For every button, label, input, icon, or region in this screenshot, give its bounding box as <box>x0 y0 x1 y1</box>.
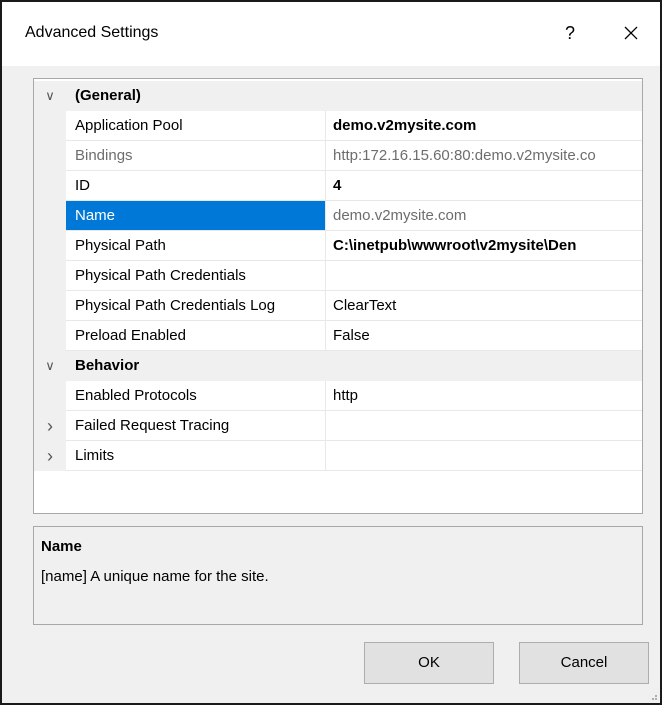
row-margin <box>34 111 66 141</box>
property-name[interactable]: Preload Enabled <box>66 321 326 351</box>
property-name[interactable]: Physical Path Credentials <box>66 261 326 291</box>
row-margin <box>34 381 66 411</box>
grid-property-row[interactable]: Physical Path Credentials <box>34 261 642 291</box>
row-margin: › <box>34 411 66 441</box>
grid-property-row[interactable]: Physical Path C:\inetpub\wwwroot\v2mysite… <box>34 231 642 261</box>
property-name[interactable]: Bindings <box>66 141 326 171</box>
row-margin <box>34 261 66 291</box>
row-margin <box>34 231 66 261</box>
description-title: Name <box>41 538 82 555</box>
grid-property-row[interactable]: › Failed Request Tracing <box>34 411 642 441</box>
description-panel: Name [name] A unique name for the site. <box>33 526 643 625</box>
grid-property-row[interactable]: Application Pool demo.v2mysite.com <box>34 111 642 141</box>
property-value[interactable]: http <box>326 381 642 411</box>
property-name[interactable]: Failed Request Tracing <box>66 411 326 441</box>
property-value[interactable]: 4 <box>326 171 642 201</box>
property-name[interactable]: Application Pool <box>66 111 326 141</box>
property-value[interactable] <box>326 411 642 441</box>
dialog-title: Advanced Settings <box>25 24 159 41</box>
grid-property-row[interactable]: Bindings http:172.16.15.60:80:demo.v2mysi… <box>34 141 642 171</box>
chevron-right-icon[interactable]: › <box>42 441 58 471</box>
grid-property-row[interactable]: ID 4 <box>34 171 642 201</box>
property-grid[interactable]: ∨ (General) Application Pool demo.v2mysite.… <box>33 78 643 514</box>
grid-property-row[interactable]: Physical Path Credentials Log ClearText <box>34 291 642 321</box>
chevron-down-icon[interactable]: ∨ <box>42 351 58 381</box>
resize-grip-icon[interactable] <box>648 691 658 701</box>
property-name[interactable]: ID <box>66 171 326 201</box>
property-value[interactable] <box>326 441 642 471</box>
grid-property-row[interactable]: Preload Enabled False <box>34 321 642 351</box>
ok-button[interactable]: OK <box>364 642 494 684</box>
property-name[interactable]: Name <box>66 201 326 231</box>
property-name[interactable]: Physical Path <box>66 231 326 261</box>
property-name[interactable]: Physical Path Credentials Log <box>66 291 326 321</box>
chevron-down-icon[interactable]: ∨ <box>42 81 58 111</box>
description-text: [name] A unique name for the site. <box>41 568 269 585</box>
advanced-settings-dialog: Advanced Settings ? ∨ (General) Applicatio… <box>0 0 662 705</box>
help-button[interactable]: ? <box>555 16 585 50</box>
grid-property-row[interactable]: › Limits <box>34 441 642 471</box>
row-margin: ∨ <box>34 81 66 111</box>
property-value[interactable]: False <box>326 321 642 351</box>
close-button[interactable] <box>614 16 648 50</box>
row-margin <box>34 291 66 321</box>
row-margin <box>34 201 66 231</box>
row-margin: › <box>34 441 66 471</box>
property-name[interactable]: Enabled Protocols <box>66 381 326 411</box>
property-value[interactable]: http:172.16.15.60:80:demo.v2mysite.co <box>326 141 642 171</box>
property-value[interactable] <box>326 261 642 291</box>
row-margin <box>34 321 66 351</box>
property-value[interactable]: ClearText <box>326 291 642 321</box>
category-label: Behavior <box>66 351 642 381</box>
property-value[interactable]: C:\inetpub\wwwroot\v2mysite\Den <box>326 231 642 261</box>
row-margin <box>34 171 66 201</box>
row-margin <box>34 141 66 171</box>
property-value[interactable]: demo.v2mysite.com <box>326 111 642 141</box>
chevron-right-icon[interactable]: › <box>42 411 58 441</box>
grid-property-row[interactable]: Enabled Protocols http <box>34 381 642 411</box>
grid-category-row[interactable]: ∨ (General) <box>34 81 642 111</box>
grid-category-row[interactable]: ∨ Behavior <box>34 351 642 381</box>
close-icon <box>624 26 638 40</box>
property-value[interactable]: demo.v2mysite.com <box>326 201 642 231</box>
cancel-button[interactable]: Cancel <box>519 642 649 684</box>
row-margin: ∨ <box>34 351 66 381</box>
title-bar: Advanced Settings ? <box>2 2 660 66</box>
category-label: (General) <box>66 81 642 111</box>
property-name[interactable]: Limits <box>66 441 326 471</box>
grid-property-row[interactable]: Name demo.v2mysite.com <box>34 201 642 231</box>
